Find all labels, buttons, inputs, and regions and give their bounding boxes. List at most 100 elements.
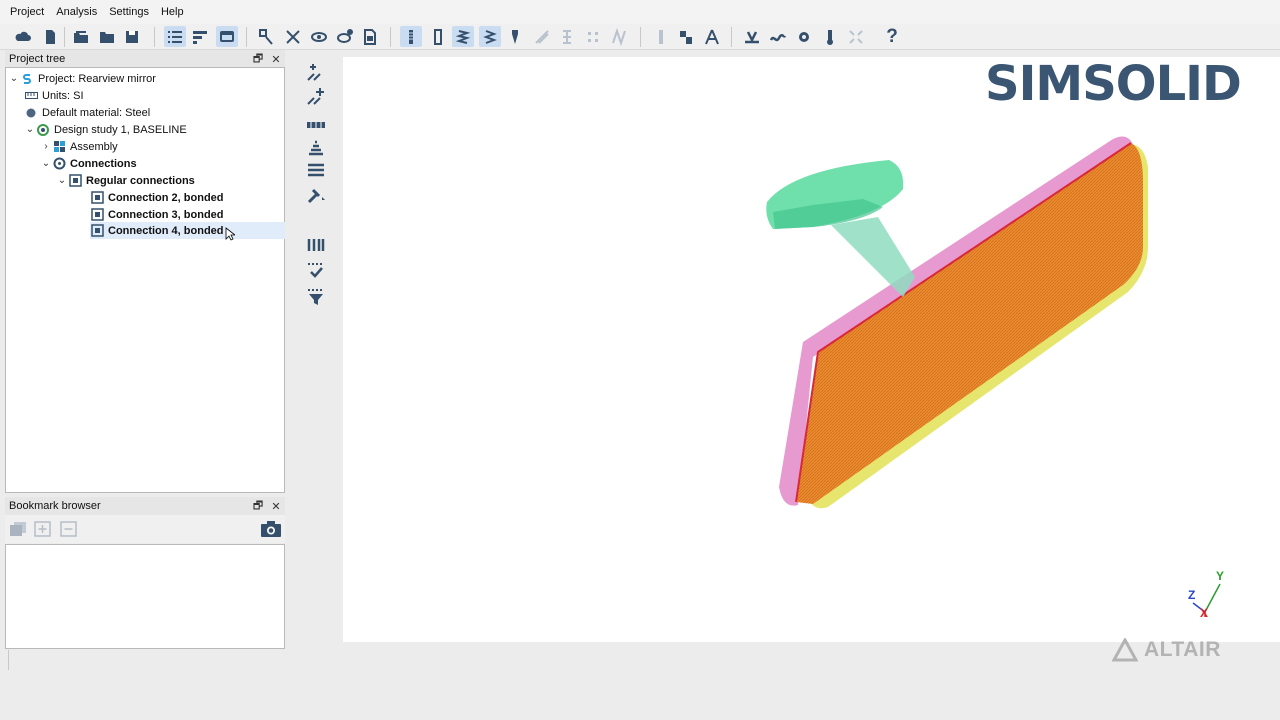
toolbar-separator [640, 27, 641, 47]
bookmark-list [5, 544, 285, 649]
toolbar-separator [390, 27, 391, 47]
simsolid-logo: SIMSOLID [985, 56, 1242, 112]
part-select-icon[interactable] [255, 26, 277, 47]
add-bookmark-icon[interactable] [34, 521, 52, 537]
assembly-icon [52, 140, 66, 154]
bonded-connection-icon [90, 224, 104, 238]
menu-help[interactable]: Help [161, 6, 184, 18]
toolbar-separator [154, 27, 155, 47]
main-toolbar: ? [0, 24, 1280, 50]
altair-mark-icon [1112, 638, 1138, 662]
status-separator [8, 650, 9, 670]
bolt-icon[interactable] [400, 26, 422, 47]
altair-logo: ALTAIR [1112, 638, 1221, 662]
tree-item-units[interactable]: Units: SI [24, 87, 84, 104]
menu-bar: Project Analysis Settings Help [0, 0, 1280, 24]
mirror-stem [831, 217, 915, 297]
collapse-arrow-icon[interactable]: ⌄ [56, 175, 68, 186]
fit-icon[interactable] [845, 26, 867, 47]
grid-icon[interactable] [582, 26, 604, 47]
stress-icon[interactable] [650, 26, 672, 47]
close-panel-button[interactable]: ✕ [267, 500, 285, 513]
menu-settings[interactable]: Settings [109, 6, 149, 18]
eye-gear-icon[interactable] [334, 26, 356, 47]
new-file-icon[interactable] [39, 26, 61, 47]
simsolid-logo-icon [20, 72, 34, 86]
load-icon[interactable] [741, 26, 763, 47]
list-view-icon[interactable] [164, 26, 186, 47]
remove-bookmark-icon[interactable] [60, 521, 78, 537]
gear-load-icon[interactable] [793, 26, 815, 47]
mesh-icon[interactable] [608, 26, 630, 47]
folder-icon[interactable] [96, 26, 118, 47]
project-tree-title: Project tree [9, 53, 66, 65]
close-panel-button[interactable]: ✕ [267, 53, 285, 66]
tree-item-design-study[interactable]: ⌄ Design study 1, BASELINE [24, 121, 187, 138]
contact-icon[interactable] [556, 26, 578, 47]
toolbar-separator [246, 27, 247, 47]
tree-item-assembly[interactable]: › Assembly [40, 138, 117, 155]
model-viewport[interactable]: Y Z X [343, 57, 1280, 642]
axis-y-label: Y [1216, 569, 1225, 583]
expand-arrow-icon[interactable]: › [40, 141, 52, 152]
rearview-mirror-model[interactable] [343, 57, 1280, 642]
float-panel-button[interactable]: 🗗 [249, 50, 267, 69]
thermo-icon[interactable] [819, 26, 841, 47]
connection-group-icon [68, 174, 82, 188]
tree-item-material[interactable]: Default material: Steel [24, 104, 150, 121]
spring-box-icon[interactable] [479, 26, 501, 47]
frame-icon[interactable] [427, 26, 449, 47]
save-icon[interactable] [121, 26, 143, 47]
layers-icon[interactable] [300, 159, 332, 181]
bookmark-browser-title: Bookmark browser [9, 500, 101, 512]
filter-connections-icon[interactable] [300, 286, 332, 308]
tree-item-regular-connections[interactable]: ⌄ Regular connections [56, 172, 195, 189]
mouse-cursor-icon [225, 227, 235, 241]
axis-z-label: Z [1188, 588, 1196, 602]
toolbar-separator [64, 27, 65, 47]
bonded-connection-icon [90, 191, 104, 205]
copy-bookmark-icon[interactable] [9, 521, 27, 537]
bar-icon[interactable] [300, 114, 332, 136]
ruler-icon [24, 89, 38, 103]
camera-icon[interactable] [260, 520, 282, 538]
connection-add-icon[interactable] [300, 62, 332, 84]
measure-icon[interactable] [675, 26, 697, 47]
tree-item-connection-3[interactable]: Connection 3, bonded [90, 206, 224, 223]
check-connections-icon[interactable] [300, 260, 332, 282]
collapse-arrow-icon[interactable]: ⌄ [24, 124, 36, 135]
document-icon[interactable] [359, 26, 381, 47]
align-icon[interactable] [189, 26, 211, 47]
tree-item-connections[interactable]: ⌄ Connections [40, 155, 137, 172]
tree-item-connection-2[interactable]: Connection 2, bonded [90, 189, 224, 206]
cloud-icon[interactable] [12, 26, 34, 47]
tree-item-connection-4[interactable]: Connection 4, bonded [90, 222, 285, 239]
explode-icon[interactable] [282, 26, 304, 47]
bonded-connection-icon [90, 208, 104, 222]
collapse-arrow-icon[interactable]: ⌄ [40, 158, 52, 169]
eye-icon[interactable] [308, 26, 330, 47]
tree-item-project[interactable]: ⌄ Project: Rearview mirror [8, 70, 156, 87]
spring-icon[interactable] [452, 26, 474, 47]
menu-analysis[interactable]: Analysis [56, 6, 97, 18]
connections-icon [52, 157, 66, 171]
collapse-arrow-icon[interactable]: ⌄ [8, 73, 20, 84]
design-study-icon [36, 123, 50, 137]
rivet-icon[interactable] [300, 234, 332, 256]
wave-icon[interactable] [767, 26, 789, 47]
menu-project[interactable]: Project [10, 6, 44, 18]
material-icon [24, 106, 38, 120]
stack-icon[interactable] [300, 136, 332, 158]
float-panel-button[interactable]: 🗗 [249, 497, 267, 516]
bookmark-toolbar [5, 515, 285, 543]
altair-logo-text: ALTAIR [1144, 638, 1221, 661]
weld-icon[interactable] [531, 26, 553, 47]
screen-icon[interactable] [216, 26, 238, 47]
weld-tool-icon[interactable] [300, 185, 332, 207]
angle-icon[interactable] [701, 26, 723, 47]
open-folder-icon[interactable] [70, 26, 92, 47]
bolt-box-icon[interactable] [504, 26, 526, 47]
help-icon[interactable]: ? [881, 26, 903, 47]
bookmark-browser-header: Bookmark browser 🗗 ✕ [5, 497, 285, 515]
connection-edit-icon[interactable] [300, 86, 332, 108]
